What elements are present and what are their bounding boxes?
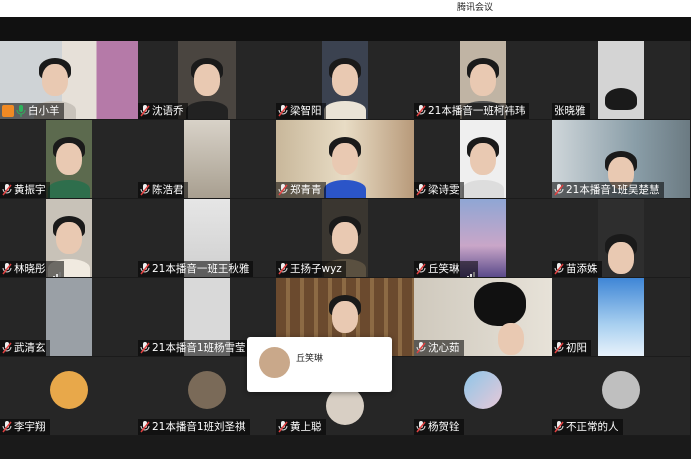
participant-name-label: 陈浩君 bbox=[138, 182, 188, 198]
participant-tile[interactable]: 苗添姝 bbox=[552, 199, 690, 277]
participant-name-label: 21本播音一班王秋雅 bbox=[138, 261, 254, 277]
participant-name-label: 沈心茹 bbox=[414, 340, 464, 356]
participant-tile[interactable]: 21本播音1班吴楚慧 bbox=[552, 120, 690, 198]
participant-name-label: 不正常的人 bbox=[552, 419, 623, 435]
mic-off-icon bbox=[416, 263, 426, 275]
mic-off-icon bbox=[416, 421, 426, 433]
participant-tile[interactable]: 白小羊 bbox=[0, 41, 138, 119]
participant-tile[interactable]: 沈心茹 bbox=[414, 278, 552, 356]
participant-name-label: 杨贺铨 bbox=[414, 419, 464, 435]
mic-off-icon bbox=[278, 421, 288, 433]
participant-name-label: 林晓彤 bbox=[0, 261, 64, 277]
mic-off-icon bbox=[278, 105, 288, 117]
participant-tile[interactable]: 梁智阳 bbox=[276, 41, 414, 119]
participant-tile[interactable]: 不正常的人 bbox=[552, 357, 690, 435]
participant-name-label: 白小羊 bbox=[0, 103, 64, 119]
participant-tile[interactable]: 21本播音一班柯祎玮 bbox=[414, 41, 552, 119]
avatar bbox=[259, 347, 290, 378]
participant-name-label: 沈语乔 bbox=[138, 103, 188, 119]
mic-off-icon bbox=[554, 421, 564, 433]
mic-off-icon bbox=[140, 263, 150, 275]
participant-tile[interactable]: 王扬子wyz bbox=[276, 199, 414, 277]
signal-icon bbox=[464, 265, 475, 277]
participant-name-label: 21本播音1班吴楚慧 bbox=[552, 182, 664, 198]
mic-off-icon bbox=[2, 184, 12, 196]
participant-name-label: 梁智阳 bbox=[276, 103, 326, 119]
participant-tile[interactable]: 张晓雅 bbox=[552, 41, 690, 119]
mic-off-icon bbox=[140, 421, 150, 433]
mic-off-icon bbox=[554, 184, 564, 196]
video-feed bbox=[46, 278, 92, 356]
participant-name-label: 黄上聪 bbox=[276, 419, 326, 435]
participant-tile[interactable]: 梁诗雯 bbox=[414, 120, 552, 198]
video-feed bbox=[598, 199, 644, 277]
participant-tile[interactable]: 李宇翔 bbox=[0, 357, 138, 435]
mic-off-icon bbox=[140, 105, 150, 117]
mic-off-icon bbox=[278, 184, 288, 196]
participant-name-label: 张晓雅 bbox=[552, 103, 590, 119]
participant-name-label: 王扬子wyz bbox=[276, 261, 346, 277]
participant-name-label: 郑青青 bbox=[276, 182, 326, 198]
participant-hover-card[interactable]: 丘笑琳 bbox=[247, 337, 392, 392]
video-feed bbox=[46, 120, 92, 198]
avatar bbox=[326, 387, 364, 425]
participant-name-label: 21本播音1班刘圣祺 bbox=[138, 419, 250, 435]
mic-off-icon bbox=[2, 263, 12, 275]
bottom-toolbar bbox=[0, 436, 691, 459]
participant-tile[interactable]: 沈语乔 bbox=[138, 41, 276, 119]
mic-off-icon bbox=[140, 184, 150, 196]
avatar bbox=[188, 371, 226, 409]
window-title: 腾讯会议 bbox=[457, 3, 494, 13]
mic-off-icon bbox=[554, 263, 564, 275]
mic-off-icon bbox=[2, 421, 12, 433]
hover-card-name: 丘笑琳 bbox=[296, 354, 324, 364]
video-feed bbox=[322, 41, 368, 119]
participant-tile[interactable]: 初阳 bbox=[552, 278, 690, 356]
participant-name-label: 21本播音1班杨雪莹 bbox=[138, 340, 250, 356]
participant-name-label: 梁诗雯 bbox=[414, 182, 464, 198]
mic-off-icon bbox=[278, 263, 288, 275]
participant-tile[interactable]: 杨贺铨 bbox=[414, 357, 552, 435]
participant-tile[interactable]: 郑青青 bbox=[276, 120, 414, 198]
participant-name-label: 21本播音一班柯祎玮 bbox=[414, 103, 530, 119]
participant-name-label: 黄振宇 bbox=[0, 182, 50, 198]
video-feed bbox=[598, 278, 644, 356]
mic-off-icon bbox=[416, 105, 426, 117]
avatar bbox=[464, 371, 502, 409]
host-icon bbox=[2, 105, 14, 117]
participant-tile[interactable]: 黄振宇 bbox=[0, 120, 138, 198]
mic-off-icon bbox=[2, 342, 12, 354]
participant-tile[interactable]: 林晓彤 bbox=[0, 199, 138, 277]
mic-off-icon bbox=[416, 184, 426, 196]
participant-tile[interactable]: 陈浩君 bbox=[138, 120, 276, 198]
participant-tile[interactable]: 武清玄 bbox=[0, 278, 138, 356]
participant-name-label: 初阳 bbox=[552, 340, 591, 356]
signal-icon bbox=[50, 265, 61, 277]
video-feed bbox=[184, 120, 230, 198]
mic-off-icon bbox=[140, 342, 150, 354]
video-feed bbox=[598, 41, 644, 119]
top-band bbox=[0, 17, 691, 41]
mic-off-icon bbox=[554, 342, 564, 354]
participant-name-label: 武清玄 bbox=[0, 340, 50, 356]
participant-name-label: 苗添姝 bbox=[552, 261, 602, 277]
mic-off-icon bbox=[416, 342, 426, 354]
participant-name-label: 李宇翔 bbox=[0, 419, 50, 435]
mic-on-icon bbox=[16, 105, 26, 117]
video-feed bbox=[460, 120, 506, 198]
participant-tile[interactable]: 21本播音一班王秋雅 bbox=[138, 199, 276, 277]
avatar bbox=[602, 371, 640, 409]
title-bar: 腾讯会议 bbox=[0, 0, 691, 17]
participant-name-label: 丘笑琳 bbox=[414, 261, 478, 277]
avatar bbox=[50, 371, 88, 409]
participant-tile[interactable]: 丘笑琳 bbox=[414, 199, 552, 277]
